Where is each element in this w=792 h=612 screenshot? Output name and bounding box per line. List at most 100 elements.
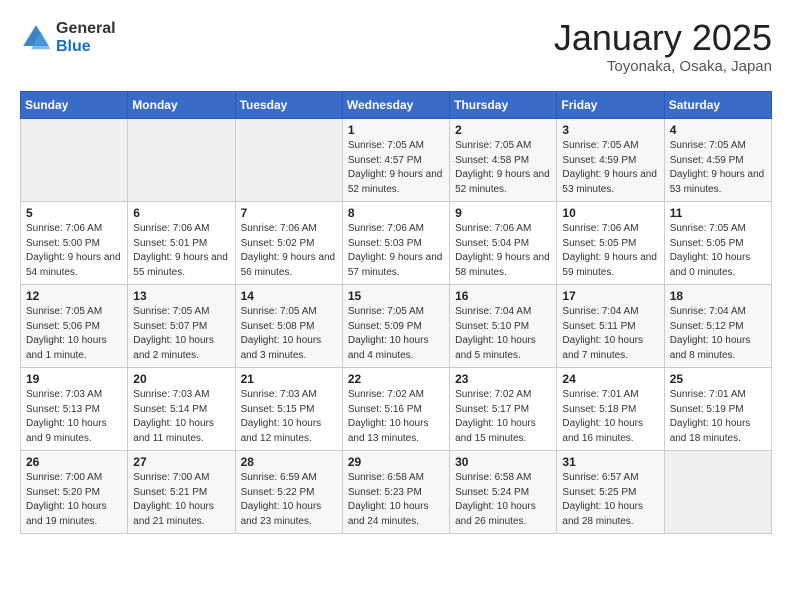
day-info: Sunrise: 7:06 AM Sunset: 5:01 PM Dayligh… [133,222,229,280]
calendar-cell: 26 Sunrise: 7:00 AM Sunset: 5:20 PM Dayli… [21,451,128,534]
day-number: 26 [26,455,122,469]
day-header-monday: Monday [128,92,235,119]
day-number: 22 [348,372,444,386]
logo-icon [20,22,52,54]
day-header-tuesday: Tuesday [235,92,342,119]
day-info: Sunrise: 7:06 AM Sunset: 5:02 PM Dayligh… [241,222,337,280]
day-header-wednesday: Wednesday [342,92,449,119]
calendar-cell [235,119,342,202]
day-info: Sunrise: 7:01 AM Sunset: 5:19 PM Dayligh… [670,388,766,446]
calendar-cell: 11Sunrise: 7:05 AM Sunset: 5:05 PM Dayli… [664,202,771,285]
calendar-cell: 23Sunrise: 7:02 AM Sunset: 5:17 PM Dayli… [450,368,557,451]
day-number: 30 [455,455,551,469]
day-info: Sunrise: 7:05 AM Sunset: 4:59 PM Dayligh… [562,139,658,197]
day-number: 15 [348,289,444,303]
calendar-cell: 25 Sunrise: 7:01 AM Sunset: 5:19 PM Dayli… [664,368,771,451]
day-info: Sunrise: 7:04 AM Sunset: 5:10 PM Dayligh… [455,305,551,363]
day-number: 2 [455,123,551,137]
calendar-cell: 21 Sunrise: 7:03 AM Sunset: 5:15 PM Dayli… [235,368,342,451]
day-number: 12 [26,289,122,303]
day-number: 13 [133,289,229,303]
day-header-thursday: Thursday [450,92,557,119]
calendar-cell: 31Sunrise: 6:57 AM Sunset: 5:25 PM Dayli… [557,451,664,534]
day-number: 31 [562,455,658,469]
day-info: Sunrise: 7:05 AM Sunset: 5:07 PM Dayligh… [133,305,229,363]
calendar-cell: 3 Sunrise: 7:05 AM Sunset: 4:59 PM Daylig… [557,119,664,202]
page-header: General Blue January 2025 Toyonaka, Osak… [20,20,772,75]
calendar-week-1: 1 Sunrise: 7:05 AM Sunset: 4:57 PM Daylig… [21,119,772,202]
day-info: Sunrise: 6:59 AM Sunset: 5:22 PM Dayligh… [241,471,337,529]
day-number: 21 [241,372,337,386]
day-info: Sunrise: 7:03 AM Sunset: 5:14 PM Dayligh… [133,388,229,446]
day-number: 9 [455,206,551,220]
calendar-cell: 1 Sunrise: 7:05 AM Sunset: 4:57 PM Daylig… [342,119,449,202]
logo-general-text: General [56,20,116,38]
calendar-cell: 2Sunrise: 7:05 AM Sunset: 4:58 PM Daylig… [450,119,557,202]
calendar-cell: 7 Sunrise: 7:06 AM Sunset: 5:02 PM Daylig… [235,202,342,285]
calendar-cell: 20 Sunrise: 7:03 AM Sunset: 5:14 PM Dayli… [128,368,235,451]
day-info: Sunrise: 7:05 AM Sunset: 4:59 PM Dayligh… [670,139,766,197]
day-number: 24 [562,372,658,386]
day-number: 3 [562,123,658,137]
day-info: Sunrise: 7:06 AM Sunset: 5:05 PM Dayligh… [562,222,658,280]
calendar-table: SundayMondayTuesdayWednesdayThursdayFrid… [20,91,772,534]
day-number: 5 [26,206,122,220]
day-info: Sunrise: 7:06 AM Sunset: 5:00 PM Dayligh… [26,222,122,280]
calendar-week-4: 19Sunrise: 7:03 AM Sunset: 5:13 PM Dayli… [21,368,772,451]
calendar-week-3: 12 Sunrise: 7:05 AM Sunset: 5:06 PM Dayli… [21,285,772,368]
day-number: 14 [241,289,337,303]
calendar-cell [664,451,771,534]
day-info: Sunrise: 7:01 AM Sunset: 5:18 PM Dayligh… [562,388,658,446]
day-info: Sunrise: 7:05 AM Sunset: 5:09 PM Dayligh… [348,305,444,363]
calendar-cell: 8 Sunrise: 7:06 AM Sunset: 5:03 PM Daylig… [342,202,449,285]
header-row: SundayMondayTuesdayWednesdayThursdayFrid… [21,92,772,119]
calendar-cell: 9Sunrise: 7:06 AM Sunset: 5:04 PM Daylig… [450,202,557,285]
calendar-cell: 16 Sunrise: 7:04 AM Sunset: 5:10 PM Dayli… [450,285,557,368]
day-number: 19 [26,372,122,386]
day-header-friday: Friday [557,92,664,119]
day-header-sunday: Sunday [21,92,128,119]
day-number: 1 [348,123,444,137]
day-header-saturday: Saturday [664,92,771,119]
calendar-cell: 22Sunrise: 7:02 AM Sunset: 5:16 PM Dayli… [342,368,449,451]
day-info: Sunrise: 7:03 AM Sunset: 5:15 PM Dayligh… [241,388,337,446]
calendar-cell: 4 Sunrise: 7:05 AM Sunset: 4:59 PM Daylig… [664,119,771,202]
calendar-cell: 19Sunrise: 7:03 AM Sunset: 5:13 PM Dayli… [21,368,128,451]
day-number: 4 [670,123,766,137]
calendar-cell: 17 Sunrise: 7:04 AM Sunset: 5:11 PM Dayli… [557,285,664,368]
day-number: 16 [455,289,551,303]
day-number: 20 [133,372,229,386]
calendar-cell: 5 Sunrise: 7:06 AM Sunset: 5:00 PM Daylig… [21,202,128,285]
day-number: 29 [348,455,444,469]
day-info: Sunrise: 7:05 AM Sunset: 5:06 PM Dayligh… [26,305,122,363]
day-info: Sunrise: 7:05 AM Sunset: 4:57 PM Dayligh… [348,139,444,197]
day-info: Sunrise: 7:06 AM Sunset: 5:03 PM Dayligh… [348,222,444,280]
calendar-cell: 28Sunrise: 6:59 AM Sunset: 5:22 PM Dayli… [235,451,342,534]
calendar-cell [128,119,235,202]
calendar-cell: 10 Sunrise: 7:06 AM Sunset: 5:05 PM Dayli… [557,202,664,285]
day-info: Sunrise: 7:00 AM Sunset: 5:21 PM Dayligh… [133,471,229,529]
day-info: Sunrise: 7:04 AM Sunset: 5:11 PM Dayligh… [562,305,658,363]
day-number: 7 [241,206,337,220]
day-number: 8 [348,206,444,220]
calendar-cell: 12 Sunrise: 7:05 AM Sunset: 5:06 PM Dayli… [21,285,128,368]
day-info: Sunrise: 7:00 AM Sunset: 5:20 PM Dayligh… [26,471,122,529]
day-number: 23 [455,372,551,386]
calendar-cell: 29 Sunrise: 6:58 AM Sunset: 5:23 PM Dayli… [342,451,449,534]
logo: General Blue [20,20,116,55]
calendar-cell: 24 Sunrise: 7:01 AM Sunset: 5:18 PM Dayli… [557,368,664,451]
day-info: Sunrise: 7:04 AM Sunset: 5:12 PM Dayligh… [670,305,766,363]
day-number: 18 [670,289,766,303]
calendar-cell: 13 Sunrise: 7:05 AM Sunset: 5:07 PM Dayli… [128,285,235,368]
day-info: Sunrise: 6:58 AM Sunset: 5:24 PM Dayligh… [455,471,551,529]
day-number: 11 [670,206,766,220]
day-number: 10 [562,206,658,220]
day-number: 27 [133,455,229,469]
calendar-cell: 30 Sunrise: 6:58 AM Sunset: 5:24 PM Dayli… [450,451,557,534]
day-number: 25 [670,372,766,386]
title-block: January 2025 Toyonaka, Osaka, Japan [554,20,772,75]
day-number: 17 [562,289,658,303]
calendar-cell: 15 Sunrise: 7:05 AM Sunset: 5:09 PM Dayli… [342,285,449,368]
day-info: Sunrise: 6:58 AM Sunset: 5:23 PM Dayligh… [348,471,444,529]
calendar-week-2: 5 Sunrise: 7:06 AM Sunset: 5:00 PM Daylig… [21,202,772,285]
